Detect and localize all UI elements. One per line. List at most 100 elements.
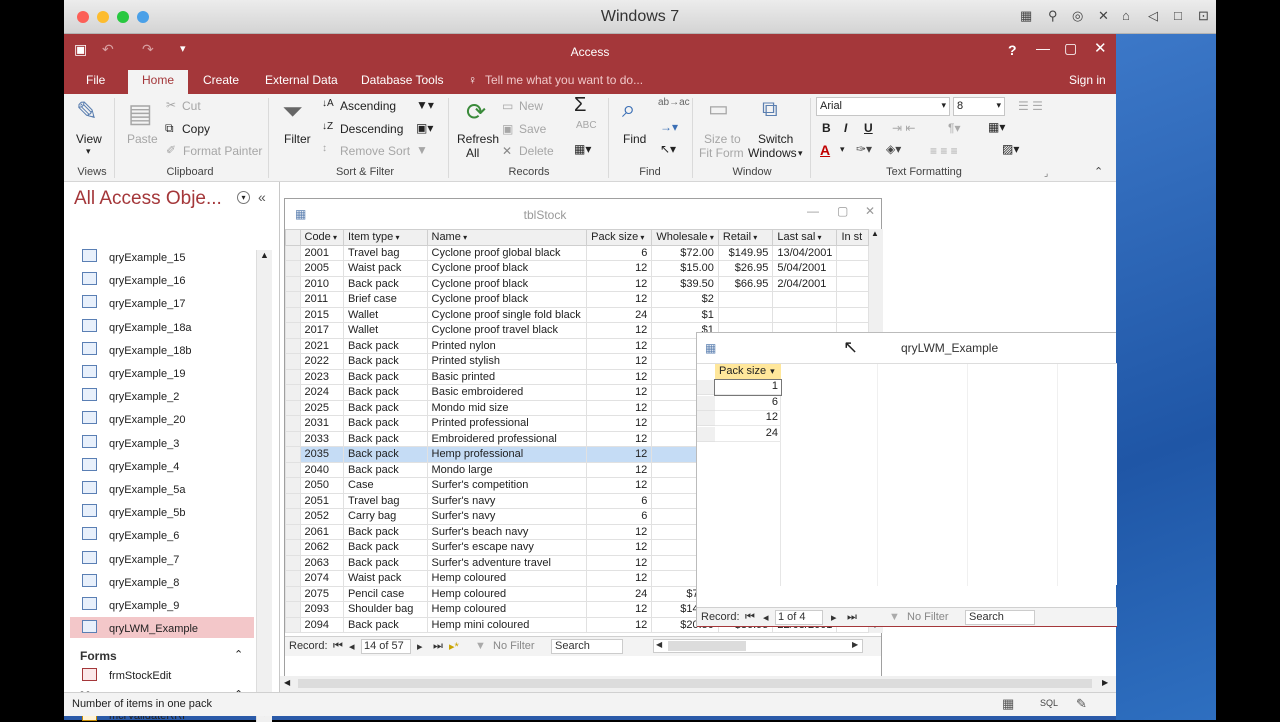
column-header[interactable]: Pack size ▾ [586, 229, 653, 246]
table-cell[interactable]: Waist pack [342, 570, 428, 587]
table-cell[interactable]: 5/04/2001 [772, 260, 838, 277]
toggle-filter-icon[interactable]: ▼ [416, 143, 428, 157]
tab-create[interactable]: Create [203, 73, 239, 87]
maximize-icon[interactable]: ▢ [837, 204, 848, 218]
row-selector[interactable] [285, 430, 301, 447]
table-cell[interactable]: 6 [586, 244, 653, 261]
chevron-down-icon[interactable]: ▾ [840, 144, 845, 155]
row-selector[interactable] [285, 244, 301, 261]
column-header[interactable]: In st [836, 229, 869, 246]
nav-item-query[interactable]: qryExample_5a [109, 484, 185, 496]
scroll-right-icon[interactable]: ▶ [1102, 678, 1108, 687]
row-selector[interactable] [697, 380, 715, 395]
close-icon[interactable]: ✕ [1094, 39, 1107, 57]
table-cell[interactable]: 12 [586, 477, 653, 494]
table-cell[interactable]: Carry bag [342, 508, 428, 525]
table-cell[interactable]: 2093 [299, 601, 344, 618]
more-records-icon[interactable]: ▦▾ [574, 142, 591, 156]
table-cell[interactable]: 12 [586, 461, 653, 478]
table-cell[interactable]: 12 [586, 554, 653, 571]
table-cell[interactable]: 6 [586, 492, 653, 509]
column-header[interactable]: Item type ▾ [342, 229, 428, 246]
format-painter-button[interactable]: Format Painter [183, 144, 262, 158]
fit-form-label[interactable]: Fit Form [699, 146, 744, 160]
row-selector[interactable] [285, 446, 301, 463]
table-cell[interactable]: Hemp coloured [426, 585, 588, 602]
nav-item-query[interactable]: qryExample_18a [109, 322, 192, 334]
nav-item-query[interactable]: qryExample_2 [109, 391, 179, 403]
select-icon[interactable]: ↖▾ [660, 142, 676, 156]
table-cell[interactable]: Back pack [342, 337, 428, 354]
table-cell[interactable]: Surfer's competition [426, 477, 588, 494]
next-record-icon[interactable]: ▸ [831, 611, 837, 624]
table-cell[interactable]: 12 [586, 570, 653, 587]
table-cell[interactable]: 2031 [299, 415, 344, 432]
table-cell[interactable]: Wallet [342, 306, 428, 323]
new-record-nav-icon[interactable]: ▸* [449, 640, 459, 653]
table-cell[interactable]: Travel bag [342, 492, 428, 509]
table-cell[interactable]: Cyclone proof black [426, 260, 588, 277]
table-cell[interactable]: Back pack [342, 461, 428, 478]
chevron-down-icon[interactable]: ▾ [393, 233, 399, 242]
scroll-up-icon[interactable]: ▲ [871, 229, 879, 238]
table-cell[interactable]: 12 [586, 446, 653, 463]
table-cell[interactable]: 12 [715, 411, 781, 426]
gridlines-icon[interactable]: ▦▾ [988, 120, 1005, 134]
table-cell[interactable]: 2033 [299, 430, 344, 447]
table-cell[interactable]: 12 [586, 539, 653, 556]
column-header[interactable]: Retail ▾ [717, 229, 774, 246]
font-name-select[interactable]: Arial ▾ [816, 97, 950, 116]
table-cell[interactable]: $15.00 [651, 260, 719, 277]
row-selector[interactable] [285, 523, 301, 540]
nav-title[interactable]: All Access Obje... [74, 188, 222, 210]
table-row[interactable]: 2010 Back pack Cyclone proof black 12 $39.50… [285, 275, 869, 292]
table-cell[interactable]: 12 [586, 601, 653, 618]
table-cell[interactable]: Surfer's escape navy [426, 539, 588, 556]
chevron-down-icon[interactable]: ▾ [815, 233, 822, 242]
table-cell[interactable]: Cyclone proof single fold black [426, 306, 588, 323]
chevron-down-icon[interactable]: ▾ [770, 366, 775, 376]
lock-icon[interactable]: ⌂ [1122, 8, 1130, 23]
table-cell[interactable]: 2075 [299, 585, 344, 602]
table-cell[interactable]: Travel bag [342, 244, 428, 261]
search-input[interactable]: Search [965, 610, 1035, 625]
collapse-ribbon-icon[interactable]: ⌃ [1094, 165, 1103, 178]
nav-item-query[interactable]: qryExample_8 [109, 577, 179, 589]
chevron-down-icon[interactable]: ▾ [461, 233, 467, 242]
table-cell[interactable]: Shoulder bag [342, 601, 428, 618]
table-cell[interactable]: 12 [586, 368, 653, 385]
tell-me-box[interactable]: Tell me what you want to do... [485, 73, 643, 87]
bold-button[interactable]: B [822, 121, 831, 135]
table-cell[interactable]: Basic embroidered [426, 384, 588, 401]
column-header[interactable]: Name ▾ [426, 229, 588, 246]
disc-icon[interactable]: ◎ [1072, 8, 1083, 24]
dialog-launcher-icon[interactable]: ⌟ [1044, 168, 1048, 179]
table-row[interactable]: 2015 Wallet Cyclone proof single fold blac… [285, 306, 869, 323]
table-cell[interactable]: 2024 [299, 384, 344, 401]
size-to-button[interactable]: Size to [704, 132, 741, 146]
table-cell[interactable]: Case [342, 477, 428, 494]
table-cell[interactable]: 12 [586, 616, 653, 633]
usb-icon[interactable]: ⚲ [1048, 8, 1058, 24]
table-cell[interactable]: Basic printed [426, 368, 588, 385]
ascending-button[interactable]: Ascending [340, 99, 396, 113]
no-filter-button[interactable]: No Filter [493, 640, 535, 652]
table-cell[interactable]: 6 [715, 396, 781, 411]
table-cell[interactable]: Mondo mid size [426, 399, 588, 416]
row-selector[interactable] [285, 353, 301, 370]
tab-database-tools[interactable]: Database Tools [361, 73, 444, 87]
chevron-down-icon[interactable]: ▾ [751, 233, 757, 242]
table-cell[interactable]: Back pack [342, 446, 428, 463]
table-cell[interactable]: 2010 [299, 275, 344, 292]
table-row[interactable]: 2001 Travel bag Cyclone proof global black… [285, 244, 869, 261]
design-view-icon[interactable]: ✎ [1076, 696, 1087, 712]
prev-record-icon[interactable]: ◂ [763, 611, 769, 624]
last-record-icon[interactable]: ⏭ [433, 640, 443, 653]
table-cell[interactable]: Back pack [342, 368, 428, 385]
table-cell[interactable]: 12 [586, 260, 653, 277]
nav-item-query[interactable]: qryExample_7 [109, 554, 179, 566]
row-selector[interactable] [285, 492, 301, 509]
table-cell[interactable]: Surfer's adventure travel [426, 554, 588, 571]
descending-button[interactable]: Descending [340, 122, 403, 136]
no-filter-button[interactable]: No Filter [907, 611, 949, 623]
